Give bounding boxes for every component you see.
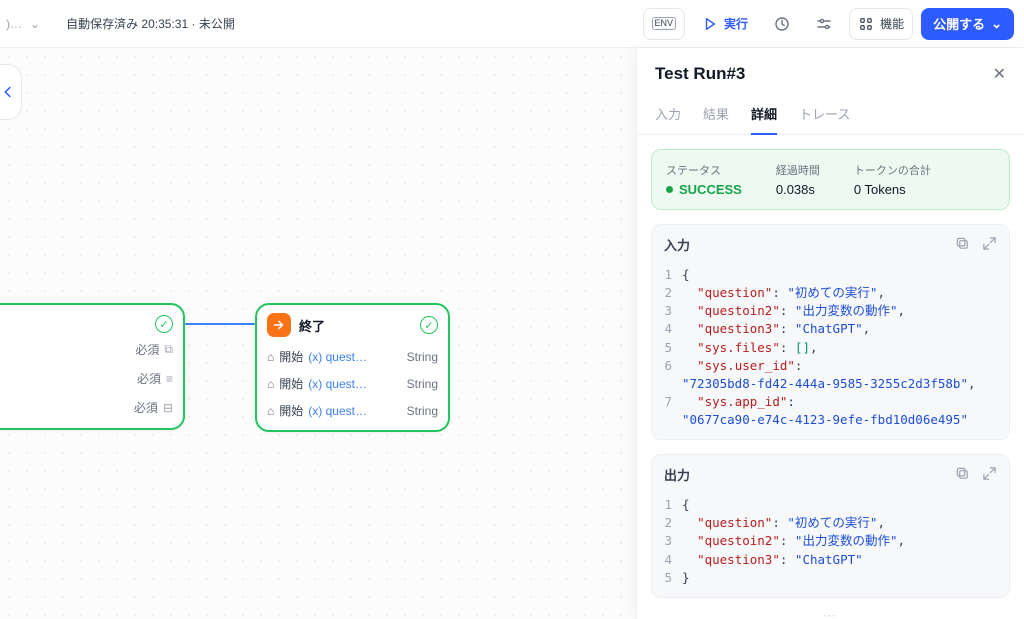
test-run-panel: Test Run#3 ✕ 入力 結果 詳細 トレース ステータス SUCCESS… [636,48,1024,619]
edge-connector [185,323,255,325]
node-start[interactable]: ✓ 必須⧉ 2 必須≡ 3 必須⊟ [0,303,185,430]
node-title: 終了 [299,316,325,335]
status-dot-icon [666,186,673,193]
variable-row: 2 必須≡ [0,364,173,393]
more-indicator: ⋯ [651,598,1010,619]
history-button[interactable] [765,8,799,40]
list-icon: ≡ [166,372,173,386]
input-card-title: 入力 [664,235,690,254]
title-truncated: )… [6,17,22,31]
grid-icon [858,16,874,32]
cube-icon: ⊟ [163,401,173,415]
output-row: ⌂開始(x) questi… String [267,343,438,370]
tab-input[interactable]: 入力 [655,96,681,134]
topbar-right: ENV 実行 機能 公開する ⌄ [643,8,1014,40]
close-button[interactable]: ✕ [993,64,1006,84]
text-block-icon: ⧉ [164,342,173,357]
topbar-left: )… ⌄ 自動保存済み 20:35:31 · 未公開 [6,15,235,32]
home-icon: ⌂ [267,377,274,391]
home-icon: ⌂ [267,404,274,418]
node-end[interactable]: 終了 ✓ ⌂開始(x) questi… String ⌂開始(x) questo… [255,303,450,432]
chevron-down-icon[interactable]: ⌄ [30,17,40,31]
output-row: ⌂開始(x) questo… String [267,370,438,397]
settings-sliders-button[interactable] [807,8,841,40]
copy-button[interactable] [955,466,970,484]
panel-title: Test Run#3 [655,64,745,84]
output-json-card: 出力 1{2 "question": "初めての実行",3 "questoin2… [651,454,1010,598]
variable-row: 必須⧉ [0,335,173,364]
output-row: ⌂開始(x) questi… String [267,397,438,424]
input-json-card: 入力 1{2 "question": "初めての実行",3 "questoin2… [651,224,1010,440]
check-icon: ✓ [155,315,173,333]
end-node-icon [267,313,291,337]
copy-button[interactable] [955,236,970,254]
variable-row: 3 必須⊟ [0,393,173,422]
expand-button[interactable] [982,466,997,484]
output-card-title: 出力 [664,465,690,484]
panel-tabs: 入力 結果 詳細 トレース [637,90,1024,135]
features-button[interactable]: 機能 [849,8,913,40]
publish-button[interactable]: 公開する ⌄ [921,8,1014,40]
home-icon: ⌂ [267,350,274,364]
tab-detail[interactable]: 詳細 [751,96,777,135]
sliders-icon [816,16,832,32]
status-card: ステータス SUCCESS 経過時間 0.038s トークンの合計 0 Toke… [651,149,1010,210]
expand-button[interactable] [982,236,997,254]
run-button[interactable]: 実行 [693,8,757,40]
tab-result[interactable]: 結果 [703,96,729,134]
check-icon: ✓ [420,316,438,334]
tab-trace[interactable]: トレース [799,96,850,134]
chevron-down-icon: ⌄ [991,16,1002,32]
autosave-label: 自動保存済み 20:35:31 · 未公開 [66,15,235,32]
collapse-sidebar-button[interactable] [0,64,22,120]
topbar: )… ⌄ 自動保存済み 20:35:31 · 未公開 ENV 実行 [0,0,1024,48]
env-button[interactable]: ENV [643,8,686,40]
clock-icon [774,16,790,32]
output-json: 1{2 "question": "初めての実行",3 "questoin2": … [652,492,1009,597]
play-icon [702,16,718,32]
input-json: 1{2 "question": "初めての実行",3 "questoin2": … [652,262,1009,439]
